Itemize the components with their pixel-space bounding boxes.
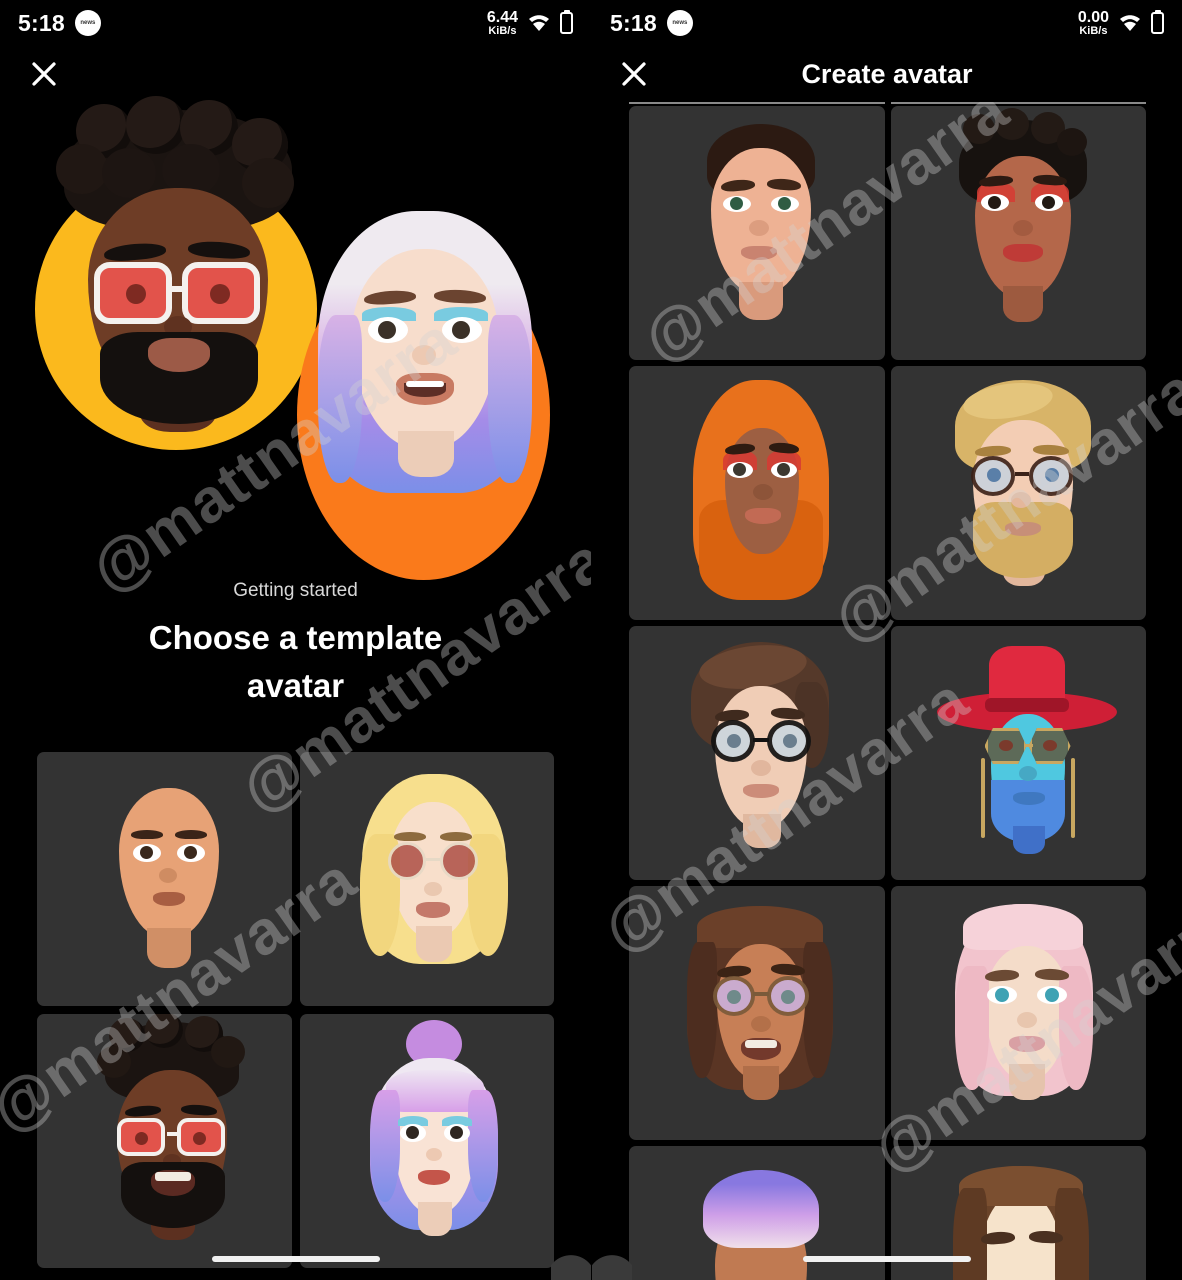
battery-icon <box>1151 12 1164 34</box>
template-tile-locs-glasses[interactable] <box>629 886 885 1140</box>
close-icon <box>622 62 646 86</box>
template-grid-right <box>629 106 1146 1280</box>
header-bar: Create avatar <box>592 46 1182 102</box>
status-app-badge-icon: news <box>666 10 693 36</box>
template-tile-brown-glasses[interactable] <box>629 626 885 880</box>
template-tile-curly-red-shadow[interactable] <box>890 106 1146 360</box>
status-bar-left: 5:18 news 6.44 KiB/s <box>0 0 591 46</box>
wifi-icon <box>1120 15 1140 31</box>
status-clock: 5:18 <box>18 9 65 36</box>
template-tile-bun-bangs[interactable] <box>299 1014 554 1268</box>
template-tile-bald[interactable] <box>37 752 292 1006</box>
home-indicator-right[interactable] <box>803 1256 971 1262</box>
hero-avatars <box>0 50 591 580</box>
screen-template-picker: 5:18 news 6.44 KiB/s Getting started Cho… <box>0 0 591 1280</box>
wifi-icon <box>529 15 549 31</box>
page-title: Choose a template avatar <box>148 619 443 704</box>
nav-corner-right <box>592 1240 632 1280</box>
caption-block: Getting started Choose a template avatar <box>0 580 591 710</box>
nav-corner-left <box>551 1240 591 1280</box>
status-app-badge-label: news <box>80 20 96 26</box>
status-bar-right: 5:18 news 0.00 KiB/s <box>592 0 1182 46</box>
template-grid-left <box>37 752 554 1268</box>
close-button[interactable] <box>612 52 656 96</box>
header-title: Create avatar <box>801 58 973 89</box>
hero-avatar-1 <box>42 96 312 440</box>
template-tile-orange-hijab[interactable] <box>629 366 885 620</box>
close-button[interactable] <box>22 52 66 96</box>
status-app-badge-icon: news <box>74 10 101 36</box>
status-clock: 5:18 <box>610 9 657 36</box>
template-tile-coils-beard[interactable] <box>37 1014 292 1268</box>
status-network-speed: 6.44 KiB/s <box>486 8 518 37</box>
template-tile-pink-bob[interactable] <box>890 886 1146 1140</box>
dual-screenshot: 5:18 news 6.44 KiB/s Getting started Cho… <box>0 0 1182 1280</box>
status-right-cluster: 6.44 KiB/s <box>486 8 573 37</box>
template-tile-cowboy-hat[interactable] <box>890 626 1146 880</box>
status-right-cluster: 0.00 KiB/s <box>1077 8 1164 37</box>
home-indicator-left[interactable] <box>211 1256 380 1262</box>
close-icon <box>32 62 56 86</box>
hero-avatar-2 <box>306 195 544 525</box>
caption-kicker: Getting started <box>233 580 358 601</box>
battery-icon <box>560 12 573 34</box>
template-tile-blonde-sunnies[interactable] <box>299 752 554 1006</box>
template-tile-blond-beard[interactable] <box>890 366 1146 620</box>
status-network-speed: 0.00 KiB/s <box>1077 8 1109 37</box>
status-app-badge-label: news <box>672 20 688 26</box>
screen-create-avatar: 5:18 news 0.00 KiB/s Create avatar @matt… <box>591 0 1182 1280</box>
template-tile-short-dark-hair[interactable] <box>629 106 885 360</box>
